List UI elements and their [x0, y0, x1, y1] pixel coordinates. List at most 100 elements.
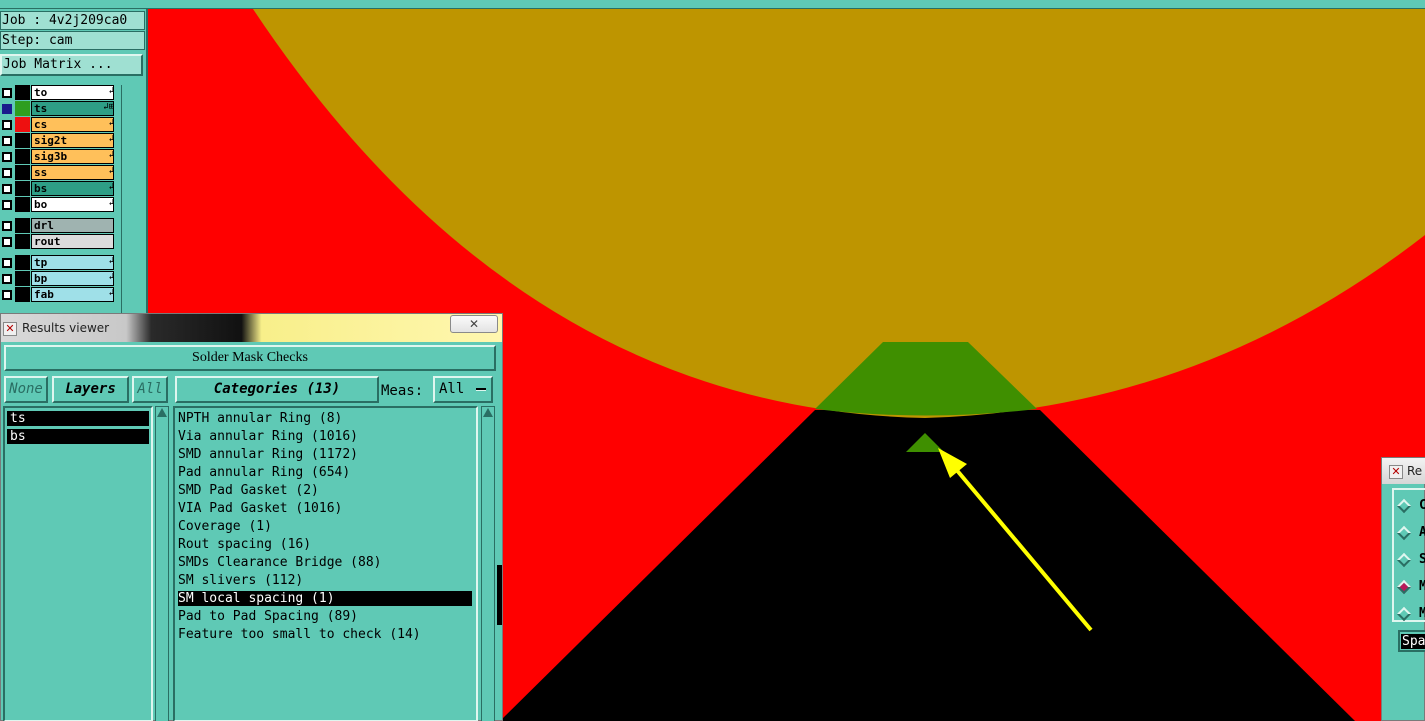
layer-name[interactable]: sig2t	[31, 133, 114, 148]
layer-context-icon: ↲⊞	[103, 102, 114, 112]
layers-button[interactable]: Layers	[52, 376, 129, 403]
layer-color-swatch[interactable]	[15, 133, 30, 148]
layer-checkbox[interactable]	[2, 274, 12, 284]
radio-diamond-icon[interactable]	[1396, 498, 1412, 514]
layer-name[interactable]: ss	[31, 165, 114, 180]
secondary-window-titlebar[interactable]: ✕ Re	[1382, 458, 1425, 484]
layer-list-scrollbar[interactable]	[121, 85, 146, 325]
radio-diamond-icon[interactable]	[1396, 579, 1412, 595]
layer-color-swatch[interactable]	[15, 271, 30, 286]
layer-color-swatch[interactable]	[15, 255, 30, 270]
layer-name[interactable]: cs	[31, 117, 114, 132]
category-item[interactable]: Coverage (1)	[178, 519, 472, 534]
layer-checkbox[interactable]	[2, 152, 12, 162]
layer-name[interactable]: bs	[31, 181, 114, 196]
layer-name[interactable]: sig3b	[31, 149, 114, 164]
layer-name[interactable]: drl	[31, 218, 114, 233]
results-viewer-window: ✕ Results viewer ✕ Solder Mask Checks No…	[0, 313, 503, 721]
close-button[interactable]: ✕	[450, 315, 498, 333]
layer-color-swatch[interactable]	[15, 287, 30, 302]
scroll-up-icon[interactable]	[157, 408, 167, 417]
layer-checkbox[interactable]	[2, 168, 12, 178]
meas-select[interactable]: All	[433, 376, 493, 403]
select-none-button[interactable]: None	[4, 376, 48, 403]
category-item[interactable]: SMDs Clearance Bridge (88)	[178, 555, 472, 570]
radio-diamond-icon[interactable]	[1396, 606, 1412, 622]
select-all-layers-button[interactable]: All	[132, 376, 168, 403]
radio-diamond-icon[interactable]	[1396, 525, 1412, 541]
layer-row-rout[interactable]: rout	[0, 234, 116, 249]
category-item[interactable]: Pad to Pad Spacing (89)	[178, 609, 472, 624]
layer-name[interactable]: ts	[31, 101, 114, 116]
layer-row-to[interactable]: to ↲	[0, 85, 116, 100]
layer-color-swatch[interactable]	[15, 85, 30, 100]
layer-color-swatch[interactable]	[15, 197, 30, 212]
layer-color-swatch[interactable]	[15, 234, 30, 249]
app-icon: ✕	[3, 322, 17, 336]
job-matrix-button[interactable]: Job Matrix ...	[0, 54, 143, 76]
layer-color-swatch[interactable]	[15, 165, 30, 180]
layer-name[interactable]: rout	[31, 234, 114, 249]
category-item[interactable]: Feature too small to check (14)	[178, 627, 472, 642]
category-item[interactable]: Rout spacing (16)	[178, 537, 472, 552]
layer-color-swatch[interactable]	[15, 117, 30, 132]
layer-checkbox[interactable]	[2, 290, 12, 300]
layer-row-ss[interactable]: ss ↲	[0, 165, 116, 180]
layers-scrollbar[interactable]	[155, 406, 169, 721]
layer-checkbox[interactable]	[2, 221, 12, 231]
list-item[interactable]: bs	[7, 429, 149, 444]
layer-row-sig2t[interactable]: sig2t ↲	[0, 133, 116, 148]
category-item[interactable]: Pad annular Ring (654)	[178, 465, 472, 480]
layer-checkbox[interactable]	[2, 200, 12, 210]
result-layers-list[interactable]: ts bs	[3, 406, 153, 721]
categories-scrollbar[interactable]	[481, 406, 495, 721]
option-label: S	[1419, 552, 1425, 567]
category-item[interactable]: VIA Pad Gasket (1016)	[178, 501, 472, 516]
list-item[interactable]: ts	[7, 411, 149, 426]
category-item[interactable]: SM slivers (112)	[178, 573, 472, 588]
layer-name[interactable]: bp	[31, 271, 114, 286]
layer-row-bs[interactable]: bs ↲	[0, 181, 116, 196]
layer-row-drl[interactable]: drl	[0, 218, 116, 233]
category-item[interactable]: NPTH annular Ring (8)	[178, 411, 472, 426]
option-radio[interactable]: A	[1396, 525, 1425, 543]
layer-context-icon: ↲	[108, 272, 114, 282]
category-item[interactable]: SMD Pad Gasket (2)	[178, 483, 472, 498]
category-item[interactable]: SMD annular Ring (1172)	[178, 447, 472, 462]
layer-row-tp[interactable]: tp ↲	[0, 255, 116, 270]
option-radio[interactable]: C	[1396, 498, 1425, 516]
layer-color-swatch[interactable]	[15, 181, 30, 196]
layer-row-sig3b[interactable]: sig3b ↲	[0, 149, 116, 164]
categories-button[interactable]: Categories (13)	[175, 376, 379, 403]
layer-name[interactable]: bo	[31, 197, 114, 212]
layer-color-swatch[interactable]	[15, 218, 30, 233]
category-item[interactable]: SM local spacing (1)	[178, 591, 472, 606]
category-item[interactable]: Via annular Ring (1016)	[178, 429, 472, 444]
layer-name[interactable]: fab	[31, 287, 114, 302]
secondary-text-field[interactable]: Spa	[1398, 630, 1425, 652]
option-radio[interactable]: M	[1396, 606, 1425, 624]
scroll-up-icon[interactable]	[483, 408, 493, 417]
results-viewer-titlebar[interactable]: ✕ Results viewer ✕	[1, 314, 502, 342]
layer-checkbox[interactable]	[2, 104, 12, 114]
layer-checkbox[interactable]	[2, 120, 12, 130]
layer-row-fab[interactable]: fab ↲	[0, 287, 116, 302]
option-radio[interactable]: S	[1396, 552, 1425, 570]
layer-color-swatch[interactable]	[15, 149, 30, 164]
layer-checkbox[interactable]	[2, 237, 12, 247]
layer-color-swatch[interactable]	[15, 101, 30, 116]
layer-row-bo[interactable]: bo ↲	[0, 197, 116, 212]
layer-checkbox[interactable]	[2, 184, 12, 194]
option-radio[interactable]: M	[1396, 579, 1425, 597]
layer-row-cs[interactable]: cs ↲	[0, 117, 116, 132]
layer-name[interactable]: to	[31, 85, 114, 100]
layer-checkbox[interactable]	[2, 88, 12, 98]
layer-row-ts[interactable]: ts ↲⊞	[0, 101, 116, 116]
layer-name[interactable]: tp	[31, 255, 114, 270]
radio-diamond-icon[interactable]	[1396, 552, 1412, 568]
layer-checkbox[interactable]	[2, 258, 12, 268]
layer-row-bp[interactable]: bp ↲	[0, 271, 116, 286]
categories-list[interactable]: NPTH annular Ring (8) Via annular Ring (1…	[173, 406, 478, 721]
layer-checkbox[interactable]	[2, 136, 12, 146]
meas-value: All	[439, 381, 465, 397]
